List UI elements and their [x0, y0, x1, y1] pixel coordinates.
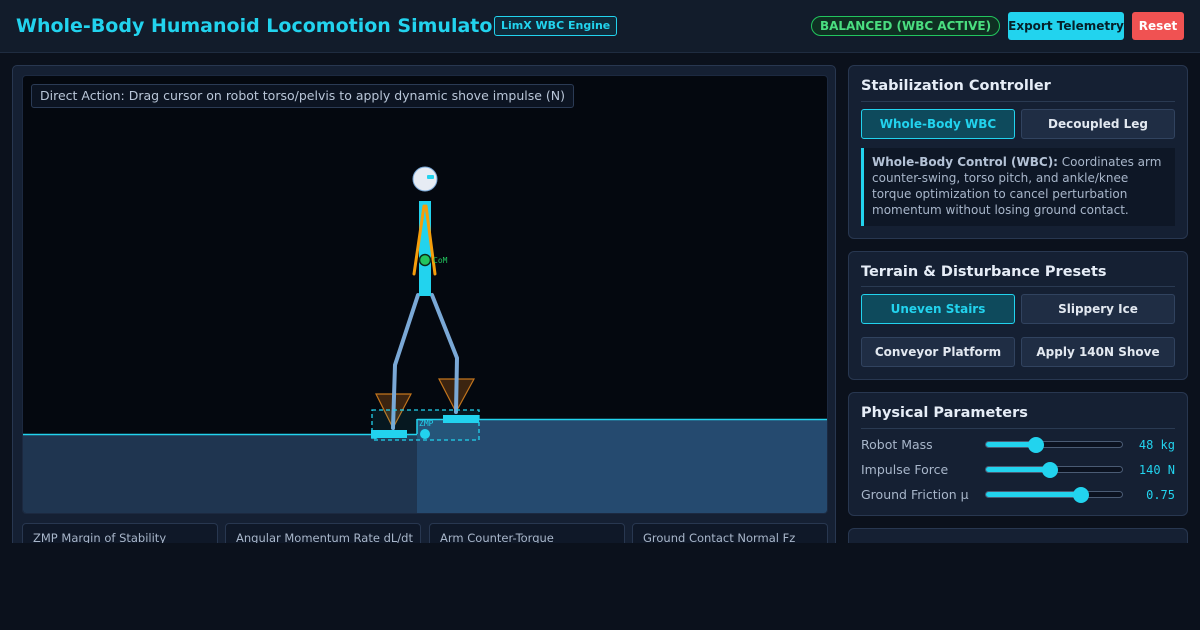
- simulation-viewport[interactable]: ZMP CoM Direct Action: Drag cursor on ro…: [22, 75, 828, 514]
- interaction-hint: Direct Action: Drag cursor on robot tors…: [31, 84, 575, 108]
- robot-torso[interactable]: [419, 201, 431, 296]
- simulation-canvas[interactable]: ZMP CoM: [23, 76, 828, 514]
- slider-thumb[interactable]: [1073, 487, 1090, 503]
- preset-slippery-ice-button[interactable]: Slippery Ice: [1021, 294, 1175, 324]
- ground-friction-slider[interactable]: [985, 487, 1123, 503]
- com-label: CoM: [433, 256, 448, 265]
- slider-thumb[interactable]: [1041, 462, 1058, 478]
- parameters-title: Physical Parameters: [861, 405, 1028, 421]
- impulse-force-label: Impulse Force: [861, 462, 949, 477]
- zmp-label: ZMP: [419, 419, 434, 428]
- slider-thumb[interactable]: [1028, 437, 1045, 453]
- slider-fill: [986, 492, 1082, 497]
- robot-mass-label: Robot Mass: [861, 437, 933, 452]
- description-heading: Whole-Body Control (WBC):: [872, 155, 1058, 169]
- next-card: [848, 528, 1188, 543]
- zmp-marker-left: [371, 431, 379, 439]
- export-telemetry-button[interactable]: Export Telemetry: [1008, 12, 1124, 40]
- preset-uneven-stairs-button[interactable]: Uneven Stairs: [861, 294, 1015, 324]
- impulse-force-slider[interactable]: [985, 462, 1123, 478]
- reset-button[interactable]: Reset: [1132, 12, 1184, 40]
- engine-badge: LimX WBC Engine: [494, 16, 618, 36]
- robot-head: [412, 166, 438, 192]
- status-badge: BALANCED (WBC ACTIVE): [811, 16, 1000, 36]
- terrain-title: Terrain & Disturbance Presets: [861, 264, 1107, 280]
- page-background: [0, 543, 1200, 630]
- controller-card: Stabilization Controller Whole-Body WBC …: [848, 65, 1188, 239]
- parameters-card: Physical Parameters Robot Mass 48 kg Imp…: [848, 392, 1188, 516]
- preset-conveyor-platform-button[interactable]: Conveyor Platform: [861, 337, 1015, 367]
- divider: [861, 428, 1175, 429]
- divider: [861, 101, 1175, 102]
- apply-shove-button[interactable]: Apply 140N Shove: [1021, 337, 1175, 367]
- controller-description: Whole-Body Control (WBC): Coordinates ar…: [861, 148, 1175, 226]
- robot-mass-value: 48 kg: [1138, 438, 1175, 452]
- com-marker: [418, 253, 432, 267]
- impulse-force-value: 140 N: [1138, 463, 1175, 477]
- slider-fill: [986, 467, 1050, 472]
- robot-visor: [427, 175, 434, 179]
- mode-whole-body-wbc-button[interactable]: Whole-Body WBC: [861, 109, 1015, 139]
- ground-friction-value: 0.75: [1146, 488, 1175, 502]
- zmp-marker: [420, 429, 430, 439]
- divider: [861, 286, 1175, 287]
- ground-friction-label: Ground Friction μ: [861, 487, 969, 502]
- terrain-card: Terrain & Disturbance Presets Uneven Sta…: [848, 251, 1188, 380]
- mode-decoupled-leg-button[interactable]: Decoupled Leg: [1021, 109, 1175, 139]
- controller-title: Stabilization Controller: [861, 78, 1051, 94]
- top-bar: Whole-Body Humanoid Locomotion Simulator…: [0, 0, 1200, 53]
- app-title: Whole-Body Humanoid Locomotion Simulator: [16, 15, 502, 37]
- simulation-panel: ZMP CoM Direct Action: Drag cursor on ro…: [12, 65, 836, 565]
- ground-lower-step: [23, 434, 417, 513]
- robot-mass-slider[interactable]: [985, 437, 1123, 453]
